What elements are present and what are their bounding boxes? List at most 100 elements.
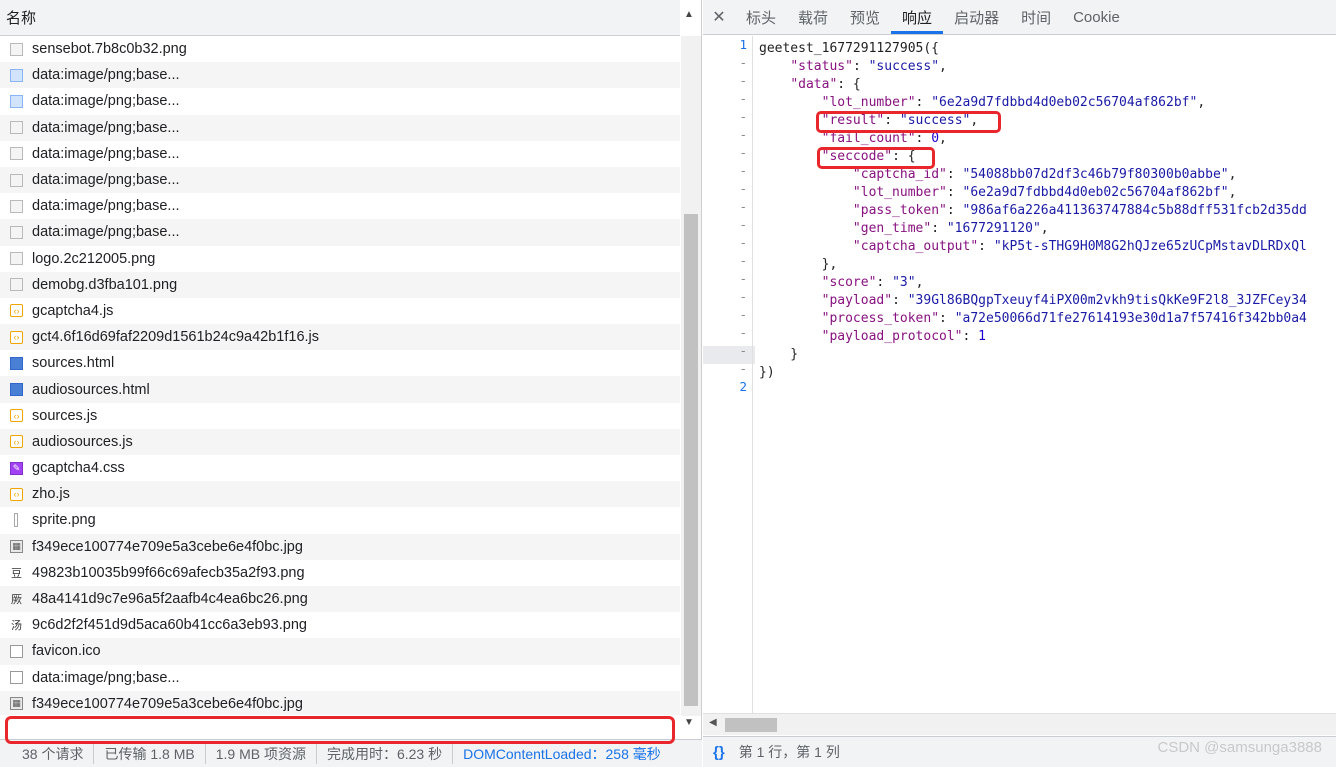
scrollbar-thumb[interactable]	[684, 214, 698, 706]
line-number: -	[739, 145, 747, 160]
name-column-label: 名称	[6, 10, 37, 27]
request-name: sources.html	[32, 355, 115, 372]
line-number: -	[739, 199, 747, 214]
request-row[interactable]: data:image/png;base...	[0, 193, 680, 219]
tab-5[interactable]: 时间	[1010, 0, 1062, 34]
code-line: "score": "3",	[821, 275, 924, 290]
sort-up-icon[interactable]: ▲	[684, 9, 694, 20]
request-name: sensebot.7b8c0b32.png	[32, 41, 187, 58]
network-request-panel: 名称 ▲ sensebot.7b8c0b32.png data:image/png…	[0, 0, 702, 767]
request-row[interactable]: ‹› audiosources.js	[0, 428, 680, 455]
js-file-icon: ‹›	[10, 409, 23, 423]
scroll-left-icon[interactable]: ◀	[709, 717, 717, 728]
request-name: 9c6d2f2f451d9d5aca60b41cc6a3eb93.png	[32, 617, 307, 634]
request-list: sensebot.7b8c0b32.png data:image/png;base…	[0, 36, 680, 715]
html-file-icon	[10, 356, 23, 370]
jpg-file-icon: ▦	[10, 540, 23, 554]
request-name: data:image/png;base...	[32, 67, 180, 84]
png-file-icon	[10, 252, 23, 266]
request-row[interactable]: ▦ f349ece100774e709e5a3cebe6e4f0bc.jpg	[0, 690, 680, 715]
code-line: "data": {	[790, 77, 861, 92]
dom-content-loaded: DOMContentLoaded：258 毫秒	[463, 745, 661, 762]
tab-6[interactable]: Cookie	[1062, 0, 1131, 34]
horizontal-scrollbar-thumb[interactable]	[725, 718, 777, 732]
request-row[interactable]: demobg.d3fba101.png	[0, 271, 680, 298]
request-name: logo.2c212005.png	[32, 250, 156, 267]
line-number: 2	[739, 379, 747, 394]
detail-tabs: ✕ 标头 载荷 预览 响应 启动器 时间 Cookie	[703, 0, 1336, 35]
request-row[interactable]: sensebot.7b8c0b32.png	[0, 36, 680, 62]
request-row[interactable]: data:image/png;base...	[0, 219, 680, 246]
line-number: -	[739, 253, 747, 268]
tab-2[interactable]: 预览	[839, 0, 891, 34]
request-row[interactable]: audiosources.html	[0, 376, 680, 403]
request-name: 48a4141d9c7e96a5f2aafb4c4ea6bc26.png	[32, 591, 308, 608]
request-name: f349ece100774e709e5a3cebe6e4f0bc.jpg	[32, 695, 303, 712]
name-column-header[interactable]: 名称	[0, 0, 680, 36]
request-row[interactable]: logo.2c212005.png	[0, 246, 680, 272]
request-row[interactable]: 汤 9c6d2f2f451d9d5aca60b41cc6a3eb93.png	[0, 612, 680, 638]
code-line: }	[759, 347, 799, 362]
request-row[interactable]: data:image/png;base...	[0, 62, 680, 89]
line-number: -	[739, 127, 747, 142]
request-row[interactable]: ✎ gcaptcha4.css	[0, 455, 680, 481]
pretty-print-icon[interactable]: {}	[713, 744, 725, 761]
request-name: data:image/png;base...	[32, 93, 180, 110]
line-number: -	[739, 289, 747, 304]
code-line: "captcha_output": "kP5t-sTHG9H0M8G2hQJze…	[852, 239, 1307, 254]
code-line: "lot_number": "6e2a9d7fdbbd4d0eb02c56704…	[852, 185, 1237, 200]
code-line: "status": "success",	[790, 59, 947, 74]
cursor-position: 第 1 行，第 1 列	[738, 744, 840, 760]
close-icon[interactable]: ✕	[703, 0, 735, 34]
line-number: -	[739, 217, 747, 232]
highlight-box-verify-request	[5, 716, 675, 744]
request-name: favicon.ico	[32, 643, 101, 660]
request-row[interactable]: data:image/png;base...	[0, 114, 680, 141]
tab-1[interactable]: 载荷	[787, 0, 839, 34]
request-row[interactable]: sprite.png	[0, 507, 680, 533]
glyph-file-icon: 汤	[11, 620, 22, 633]
transferred-size: 已传输 1.8 MB	[94, 743, 206, 764]
request-row[interactable]: favicon.ico	[0, 638, 680, 665]
scroll-down-icon[interactable]: ▼	[684, 717, 694, 728]
request-row[interactable]: ‹› sources.js	[0, 403, 680, 429]
blank-file-icon	[10, 644, 23, 658]
request-row[interactable]: ‹› gcaptcha4.js	[0, 298, 680, 324]
line-number: -	[739, 307, 747, 322]
tab-4[interactable]: 启动器	[943, 0, 1010, 34]
request-row[interactable]: 厥 48a4141d9c7e96a5f2aafb4c4ea6bc26.png	[0, 585, 680, 613]
js-file-icon: ‹›	[10, 330, 23, 344]
request-row[interactable]: data:image/png;base...	[0, 88, 680, 114]
response-code[interactable]: geetest_1677291127905({ "status": "succe…	[759, 40, 1307, 400]
request-row[interactable]: sources.html	[0, 350, 680, 376]
tab-3[interactable]: 响应	[891, 0, 944, 34]
png-file-icon	[10, 278, 23, 292]
request-row[interactable]: ‹› zho.js	[0, 481, 680, 508]
request-row[interactable]: ‹› gct4.6f16d69faf2209d1561b24c9a42b1f16.…	[0, 324, 680, 351]
request-count: 38 个请求	[12, 743, 95, 764]
code-line: geetest_1677291127905({	[759, 41, 940, 56]
request-name: data:image/png;base...	[32, 119, 180, 136]
tab-0[interactable]: 标头	[735, 0, 787, 34]
highlight-box-seccode	[817, 147, 935, 169]
js-file-icon: ‹›	[10, 487, 23, 501]
vertical-scrollbar[interactable]	[681, 36, 701, 716]
png-file-icon	[10, 225, 23, 239]
request-row[interactable]: ▦ f349ece100774e709e5a3cebe6e4f0bc.jpg	[0, 533, 680, 560]
request-row[interactable]: data:image/png;base...	[0, 665, 680, 691]
request-row[interactable]: data:image/png;base...	[0, 141, 680, 167]
request-name: data:image/png;base...	[32, 669, 180, 686]
line-number: -	[739, 73, 747, 88]
jpg-file-icon: ▦	[10, 697, 23, 711]
request-name: sources.js	[32, 407, 98, 424]
horizontal-scrollbar[interactable]: ◀	[703, 713, 1336, 735]
imgb-file-icon	[10, 68, 23, 82]
css-file-icon: ✎	[10, 461, 23, 475]
request-row[interactable]: data:image/png;base...	[0, 166, 680, 194]
request-name: gcaptcha4.css	[32, 460, 125, 477]
request-name: gct4.6f16d69faf2209d1561b24c9a42b1f16.js	[32, 329, 320, 346]
glyph-file-icon: 豆	[11, 567, 22, 580]
response-editor[interactable]: 1 - - - - - - - - - - - - - - - - - - 2 geetest_16772911279…	[703, 36, 1336, 713]
request-row[interactable]: 豆 49823b10035b99f66c69afecb35a2f93.png	[0, 560, 680, 586]
